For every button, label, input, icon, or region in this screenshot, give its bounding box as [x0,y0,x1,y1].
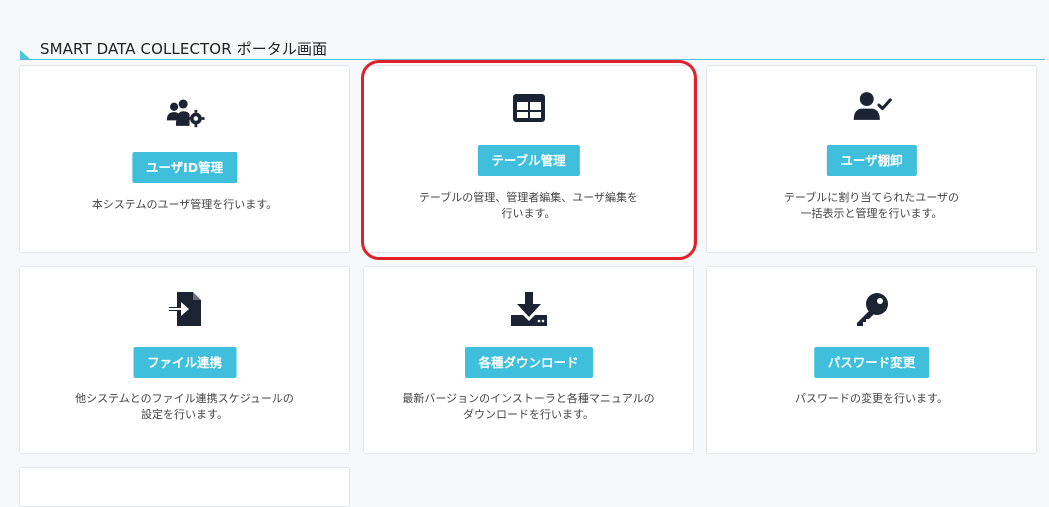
table-icon [509,90,549,126]
users-gear-icon [165,96,205,132]
title-marker [20,50,30,59]
card-table-management: テーブル管理 テーブルの管理、管理者編集、ユーザ編集を 行います。 [363,65,694,253]
card-user-id-management: ユーザID管理 本システムのユーザ管理を行います。 [19,65,350,253]
user-inventory-description: テーブルに割り当てられたユーザの 一括表示と管理を行います。 [783,191,960,220]
card-partial [19,467,350,507]
file-integration-description: 他システムとのファイル連携スケジュールの 設定を行います。 [75,392,294,421]
card-password-change: パスワード変更 パスワードの変更を行います。 [706,266,1037,454]
card-user-inventory: ユーザ棚卸 テーブルに割り当てられたユーザの 一括表示と管理を行います。 [706,65,1037,253]
download-icon [509,291,549,327]
downloads-description: 最新バージョンのインストーラと各種マニュアルの ダウンロードを行います。 [402,392,655,421]
user-id-management-description: 本システムのユーザ管理を行います。 [91,198,278,211]
key-icon [852,291,892,327]
password-change-description: パスワードの変更を行います。 [795,392,948,405]
user-id-management-button[interactable]: ユーザID管理 [131,152,238,183]
downloads-button[interactable]: 各種ダウンロード [464,347,593,378]
card-file-integration: ファイル連携 他システムとのファイル連携スケジュールの 設定を行います。 [19,266,350,454]
password-change-button[interactable]: パスワード変更 [813,347,930,378]
file-import-icon [165,291,205,327]
title-underline [20,59,1045,60]
user-check-icon [852,88,892,124]
user-inventory-button[interactable]: ユーザ棚卸 [826,145,917,176]
card-downloads: 各種ダウンロード 最新バージョンのインストーラと各種マニュアルの ダウンロードを… [363,266,694,454]
table-management-button[interactable]: テーブル管理 [477,145,580,176]
page-title: SMART DATA COLLECTOR ポータル画面 [40,40,328,58]
file-integration-button[interactable]: ファイル連携 [132,347,237,378]
table-management-description: テーブルの管理、管理者編集、ユーザ編集を 行います。 [418,191,639,220]
